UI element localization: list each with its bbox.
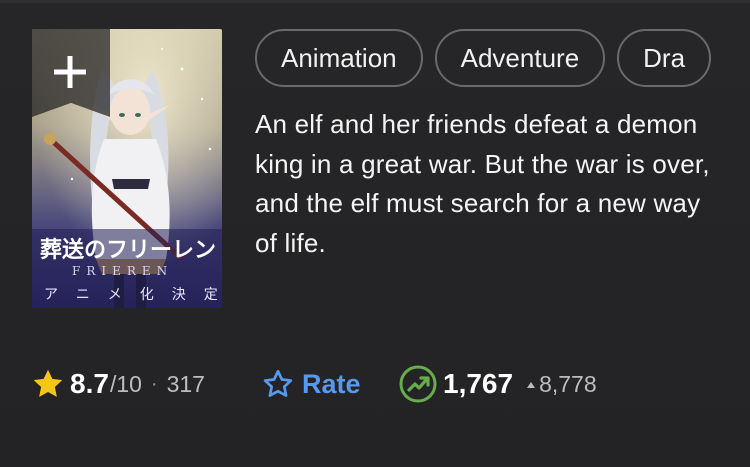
separator-dot: · <box>150 372 158 395</box>
star-outline-icon <box>263 369 293 397</box>
genre-chip[interactable]: Dra <box>617 29 712 87</box>
trending-up-icon <box>399 365 437 403</box>
rating-max: /10 <box>109 370 142 397</box>
poster[interactable]: 葬送のフリーレン FRIEREN アニメ化決定 <box>32 29 222 308</box>
plus-icon <box>54 56 86 88</box>
genre-chip[interactable]: Animation <box>255 29 423 87</box>
top-divider <box>0 0 750 3</box>
rating-value: 8.7 <box>70 368 109 399</box>
poster-title-latin: FRIEREN <box>72 264 173 278</box>
plot-summary[interactable]: An elf and her friends defeat a demon ki… <box>255 105 725 263</box>
popularity-value: 1,767 <box>443 368 514 399</box>
star-filled-icon <box>33 369 63 397</box>
rating-count: 317 <box>166 370 205 397</box>
triangle-up-icon <box>527 382 536 388</box>
genre-chips: Animation Adventure Dra <box>255 29 718 87</box>
rate-label: Rate <box>302 368 361 399</box>
genre-chip[interactable]: Adventure <box>434 29 606 87</box>
title-overview: 葬送のフリーレン FRIEREN アニメ化決定 Animation Adventu… <box>0 0 750 467</box>
imdb-rating[interactable]: 8.7 /10 · 317 <box>30 362 205 406</box>
poster-title: 葬送のフリーレン <box>40 237 216 263</box>
rate-button[interactable]: Rate <box>260 362 361 406</box>
popularity-delta: 8,778 <box>539 370 597 397</box>
ratings-bar: 8.7 /10 · 317 Rate 1,767 8,778 <box>30 362 730 406</box>
popularity-meter[interactable]: 1,767 8,778 <box>398 362 597 406</box>
poster-tagline: アニメ化決定 <box>44 287 222 303</box>
